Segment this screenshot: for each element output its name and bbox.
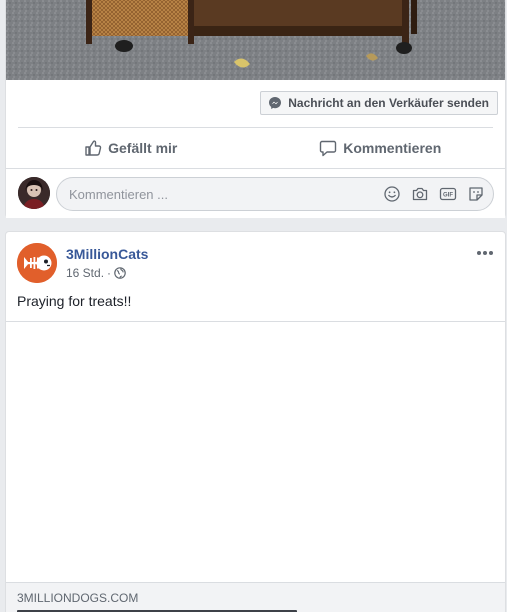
message-seller-label: Nachricht an den Verkäufer senden: [288, 96, 489, 110]
post-text: Praying for treats!!: [17, 293, 132, 309]
post-media[interactable]: [6, 321, 505, 582]
sticker-icon[interactable]: [467, 185, 485, 203]
comment-button[interactable]: Kommentieren: [256, 128, 506, 168]
more-icon: [476, 243, 494, 261]
thumbs-up-icon: [84, 139, 102, 157]
marketplace-post-card: Nachricht an den Verkäufer senden Gefäll…: [5, 0, 506, 218]
message-seller-button[interactable]: Nachricht an den Verkäufer senden: [260, 91, 498, 115]
page-name[interactable]: 3MillionCats: [66, 246, 148, 262]
post-actions: Gefällt mir Kommentieren: [6, 128, 505, 168]
link-title-clipped: [17, 608, 297, 612]
comment-box: GIF: [56, 177, 494, 211]
post-photo[interactable]: [6, 0, 505, 80]
post-meta: 16 Std. ·: [66, 266, 126, 280]
emoji-icon[interactable]: [383, 185, 401, 203]
gif-icon[interactable]: GIF: [439, 185, 457, 203]
message-seller-row: Nachricht an den Verkäufer senden: [6, 80, 505, 127]
comment-input[interactable]: [69, 178, 359, 210]
camera-icon[interactable]: [411, 185, 429, 203]
comment-tools: GIF: [383, 185, 485, 203]
avatar[interactable]: [18, 177, 50, 209]
messenger-icon: [268, 96, 282, 110]
more-options-button[interactable]: [475, 242, 495, 262]
post-timestamp[interactable]: 16 Std.: [66, 266, 104, 280]
like-button[interactable]: Gefällt mir: [6, 128, 256, 168]
meta-separator: ·: [107, 266, 112, 280]
comment-label: Kommentieren: [343, 140, 442, 156]
link-domain: 3MILLIONDOGS.COM: [17, 591, 139, 605]
globe-icon[interactable]: [114, 267, 126, 279]
comment-composer: GIF: [6, 168, 505, 218]
page-post-card: 3MillionCats 16 Std. · Praying for treat…: [5, 231, 506, 612]
svg-text:GIF: GIF: [443, 193, 453, 199]
link-preview[interactable]: 3MILLIONDOGS.COM: [6, 582, 505, 612]
page-avatar[interactable]: [17, 243, 57, 283]
comment-icon: [319, 139, 337, 157]
like-label: Gefällt mir: [108, 140, 178, 156]
